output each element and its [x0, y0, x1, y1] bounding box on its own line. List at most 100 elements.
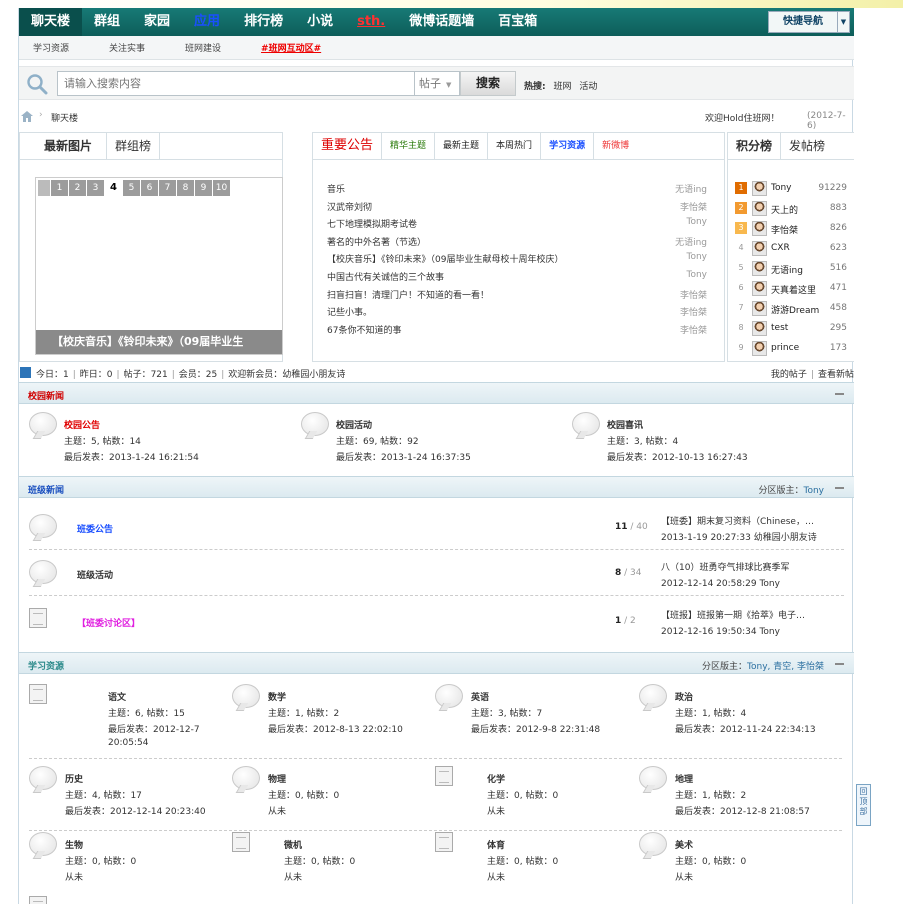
tab-latest-topics[interactable]: 最新主题: [435, 133, 489, 159]
slide-page-button[interactable]: 4: [105, 180, 122, 196]
slide-pause-icon[interactable]: [38, 180, 50, 196]
forum-bubble-icon[interactable]: [29, 412, 57, 436]
breadcrumb-current[interactable]: 聊天楼: [51, 111, 78, 124]
avatar[interactable]: [752, 281, 767, 296]
avatar[interactable]: [752, 221, 767, 236]
announcement-title[interactable]: 七下地理模拟期考试卷: [327, 217, 417, 230]
forum-bubble-icon[interactable]: [639, 832, 667, 856]
search-type-select[interactable]: 帖子 ▼: [414, 71, 460, 96]
tab-new-weibo[interactable]: 新微博: [594, 133, 637, 159]
forum-bubble-icon[interactable]: [29, 832, 57, 856]
slide-page-button[interactable]: 3: [87, 180, 104, 196]
last-post-title[interactable]: 【班报】班报第一期《拾萃》电子…: [661, 608, 841, 624]
tab-points-ranking[interactable]: 积分榜: [728, 133, 782, 159]
forum-bubble-icon[interactable]: [29, 766, 57, 790]
avatar[interactable]: [752, 201, 767, 216]
nav-item-apps[interactable]: 应用: [182, 8, 232, 36]
forum-name[interactable]: 语文: [108, 690, 126, 703]
rank-username[interactable]: 游游Dream: [771, 303, 819, 316]
forum-doc-icon[interactable]: [435, 832, 453, 852]
nav-item-toolbox[interactable]: 百宝箱: [486, 8, 549, 36]
nav-item-sth[interactable]: sth.: [345, 8, 397, 36]
announcement-author[interactable]: 李怡桀: [680, 200, 707, 213]
forum-bubble-icon[interactable]: [572, 412, 600, 436]
announcement-author[interactable]: Tony: [686, 270, 707, 280]
tab-study-resources[interactable]: 学习资源: [541, 133, 595, 159]
my-posts-link[interactable]: 我的帖子: [771, 370, 807, 380]
forum-name[interactable]: 政治: [675, 690, 693, 703]
moderator-names[interactable]: Tony, 青空, 李怡桀: [747, 662, 824, 672]
rank-username[interactable]: test: [771, 323, 788, 333]
forum-bubble-icon[interactable]: [301, 412, 329, 436]
forum-name[interactable]: 化学: [487, 772, 505, 785]
nav-item-groups[interactable]: 群组: [82, 8, 132, 36]
nav-item-weibo-wall[interactable]: 微博话题墙: [397, 8, 486, 36]
forum-name[interactable]: 【班委讨论区】: [77, 616, 140, 629]
tab-post-ranking[interactable]: 发帖榜: [781, 133, 833, 159]
forum-name[interactable]: 校园公告: [64, 418, 100, 431]
announcement-title[interactable]: 【校庆音乐】《铃印未来》（09届毕业生献母校十周年校庆）: [327, 252, 563, 265]
slide-page-button[interactable]: 5: [123, 180, 140, 196]
moderator-names[interactable]: Tony: [803, 486, 824, 496]
tab-group-ranking[interactable]: 群组榜: [107, 133, 161, 159]
slide-page-button[interactable]: 9: [195, 180, 212, 196]
forum-name[interactable]: 微机: [284, 838, 302, 851]
announcement-title[interactable]: 67条你不知道的事: [327, 323, 401, 336]
forum-name[interactable]: 地理: [675, 772, 693, 785]
announcement-author[interactable]: Tony: [686, 252, 707, 262]
last-post-title[interactable]: 【班委】期末复习资料（Chinese，…: [661, 514, 841, 530]
nav-item-chat[interactable]: 聊天楼: [19, 8, 83, 36]
slide-page-button[interactable]: 8: [177, 180, 194, 196]
announcement-author[interactable]: Tony: [686, 217, 707, 227]
forum-name[interactable]: 历史: [65, 772, 83, 785]
forum-name[interactable]: 生物: [65, 838, 83, 851]
forum-bubble-icon[interactable]: [232, 684, 260, 708]
category-title[interactable]: 学习资源: [28, 659, 64, 672]
slide-page-button[interactable]: 7: [159, 180, 176, 196]
announcement-title[interactable]: 汉武帝刘彻: [327, 200, 372, 213]
avatar[interactable]: [752, 301, 767, 316]
forum-bubble-icon[interactable]: [639, 684, 667, 708]
hot-search-link[interactable]: 班网: [553, 82, 571, 92]
category-title[interactable]: 校园新闻: [28, 389, 64, 402]
forum-name[interactable]: 班级活动: [77, 568, 113, 581]
forum-bubble-icon[interactable]: [639, 766, 667, 790]
category-title[interactable]: 班级新闻: [28, 483, 64, 496]
rank-username[interactable]: 无语ing: [771, 263, 803, 276]
avatar[interactable]: [752, 181, 767, 196]
rank-username[interactable]: Tony: [771, 183, 792, 193]
image-slideshow[interactable]: 1 2 3 4 5 6 7 8 9 10 【校庆音乐】《铃印未来》（09届毕业生: [35, 177, 283, 355]
tab-important-notice[interactable]: 重要公告: [313, 133, 383, 159]
forum-name[interactable]: 校园喜讯: [607, 418, 643, 431]
collapse-icon[interactable]: [835, 393, 844, 395]
subnav-item-interact[interactable]: #班网互动区#: [261, 41, 321, 54]
forum-name[interactable]: 英语: [471, 690, 489, 703]
announcement-author[interactable]: 无语ing: [675, 235, 707, 248]
back-to-top-button[interactable]: 回顶部: [856, 784, 871, 826]
avatar[interactable]: [752, 241, 767, 256]
announcement-title[interactable]: 记些小事。: [327, 305, 372, 318]
nav-item-home[interactable]: 家园: [132, 8, 182, 36]
tab-featured[interactable]: 精华主题: [382, 133, 436, 159]
nav-item-ranking[interactable]: 排行榜: [232, 8, 295, 36]
rank-username[interactable]: prince: [771, 343, 799, 353]
forum-name[interactable]: 班委公告: [77, 522, 113, 535]
forum-name[interactable]: 物理: [268, 772, 286, 785]
forum-name[interactable]: 数学: [268, 690, 286, 703]
slide-page-button[interactable]: 10: [213, 180, 230, 196]
subnav-item-news[interactable]: 关注实事: [109, 41, 145, 54]
forum-doc-icon[interactable]: [435, 766, 453, 786]
slide-page-button[interactable]: 2: [69, 180, 86, 196]
tab-latest-images[interactable]: 最新图片: [20, 133, 108, 159]
subnav-item-build[interactable]: 班网建设: [185, 41, 221, 54]
avatar[interactable]: [752, 321, 767, 336]
announcement-author[interactable]: 李怡桀: [680, 323, 707, 336]
announcement-title[interactable]: 音乐: [327, 182, 345, 195]
forum-bubble-icon[interactable]: [435, 684, 463, 708]
slide-page-button[interactable]: 1: [51, 180, 68, 196]
forum-doc-icon[interactable]: [232, 832, 250, 852]
search-input[interactable]: [57, 71, 415, 96]
hot-search-link[interactable]: 活动: [579, 82, 597, 92]
forum-bubble-icon[interactable]: [232, 766, 260, 790]
slideshow-caption[interactable]: 【校庆音乐】《铃印未来》（09届毕业生: [36, 330, 282, 354]
